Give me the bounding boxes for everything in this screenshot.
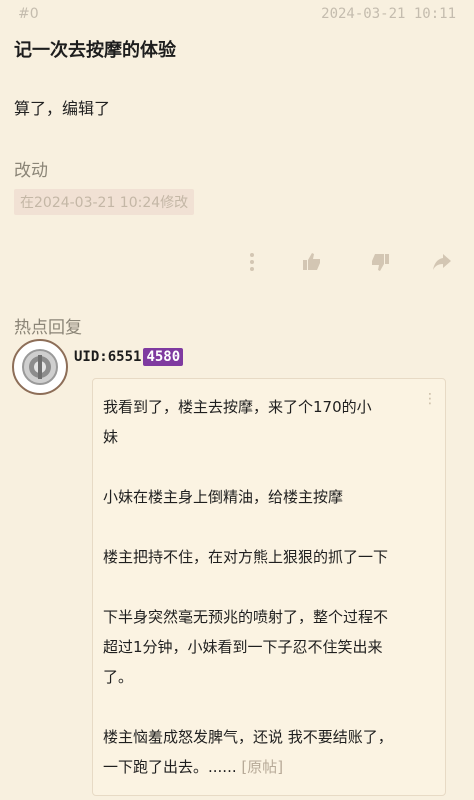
quote-line: 妹 xyxy=(103,428,119,446)
edit-note: 在2024-03-21 10:24修改 xyxy=(14,189,195,215)
origin-post-link[interactable]: [原帖] xyxy=(241,758,283,776)
share-icon[interactable] xyxy=(428,248,456,276)
more-icon[interactable] xyxy=(238,248,266,276)
post-header: #0 2024-03-21 10:11 xyxy=(0,0,474,30)
post-title: 记一次去按摩的体验 xyxy=(14,40,176,61)
floor-number: #0 xyxy=(18,6,39,22)
thumbs-up-icon[interactable] xyxy=(298,248,326,276)
quote-line: 了。 xyxy=(103,668,134,686)
quote-line: 楼主恼羞成怒发脾气，还说 我不要结账了， xyxy=(103,728,393,746)
quote-last-line: 一下跑了出去。...... [原帖] xyxy=(103,753,283,781)
uid-badge: 4580 xyxy=(143,348,184,366)
post-actions xyxy=(0,248,474,278)
post-body: 算了，编辑了 xyxy=(14,99,111,118)
hot-replies-label: 热点回复 xyxy=(14,318,82,338)
user-avatar-icon xyxy=(22,349,58,385)
quote-line: 我看到了，楼主去按摩，来了个170的小 xyxy=(103,398,372,416)
thumbs-down-icon[interactable] xyxy=(366,248,394,276)
reply-quote: ⋮ 我看到了，楼主去按摩，来了个170的小 妹 小妹在楼主身上倒精油，给楼主按摩… xyxy=(92,378,446,796)
quote-line: 楼主把持不住，在对方熊上狠狠的抓了一下 xyxy=(103,548,389,566)
more-icon[interactable]: ⋮ xyxy=(423,391,437,407)
quote-line: 小妹在楼主身上倒精油，给楼主按摩 xyxy=(103,488,344,506)
uid-label[interactable]: UID:6551 xyxy=(74,349,141,365)
avatar[interactable] xyxy=(12,339,68,395)
uid-row[interactable]: UID:6551 4580 xyxy=(74,348,184,366)
quote-line: 超过1分钟，小妹看到一下子忍不住笑出来 xyxy=(103,638,383,656)
quote-line: 下半身突然毫无预兆的喷射了，整个过程不 xyxy=(103,608,389,626)
quote-line: 一下跑了出去。...... xyxy=(103,758,237,776)
section-label: 改动 xyxy=(14,161,48,181)
post-timestamp: 2024-03-21 10:11 xyxy=(321,6,456,22)
